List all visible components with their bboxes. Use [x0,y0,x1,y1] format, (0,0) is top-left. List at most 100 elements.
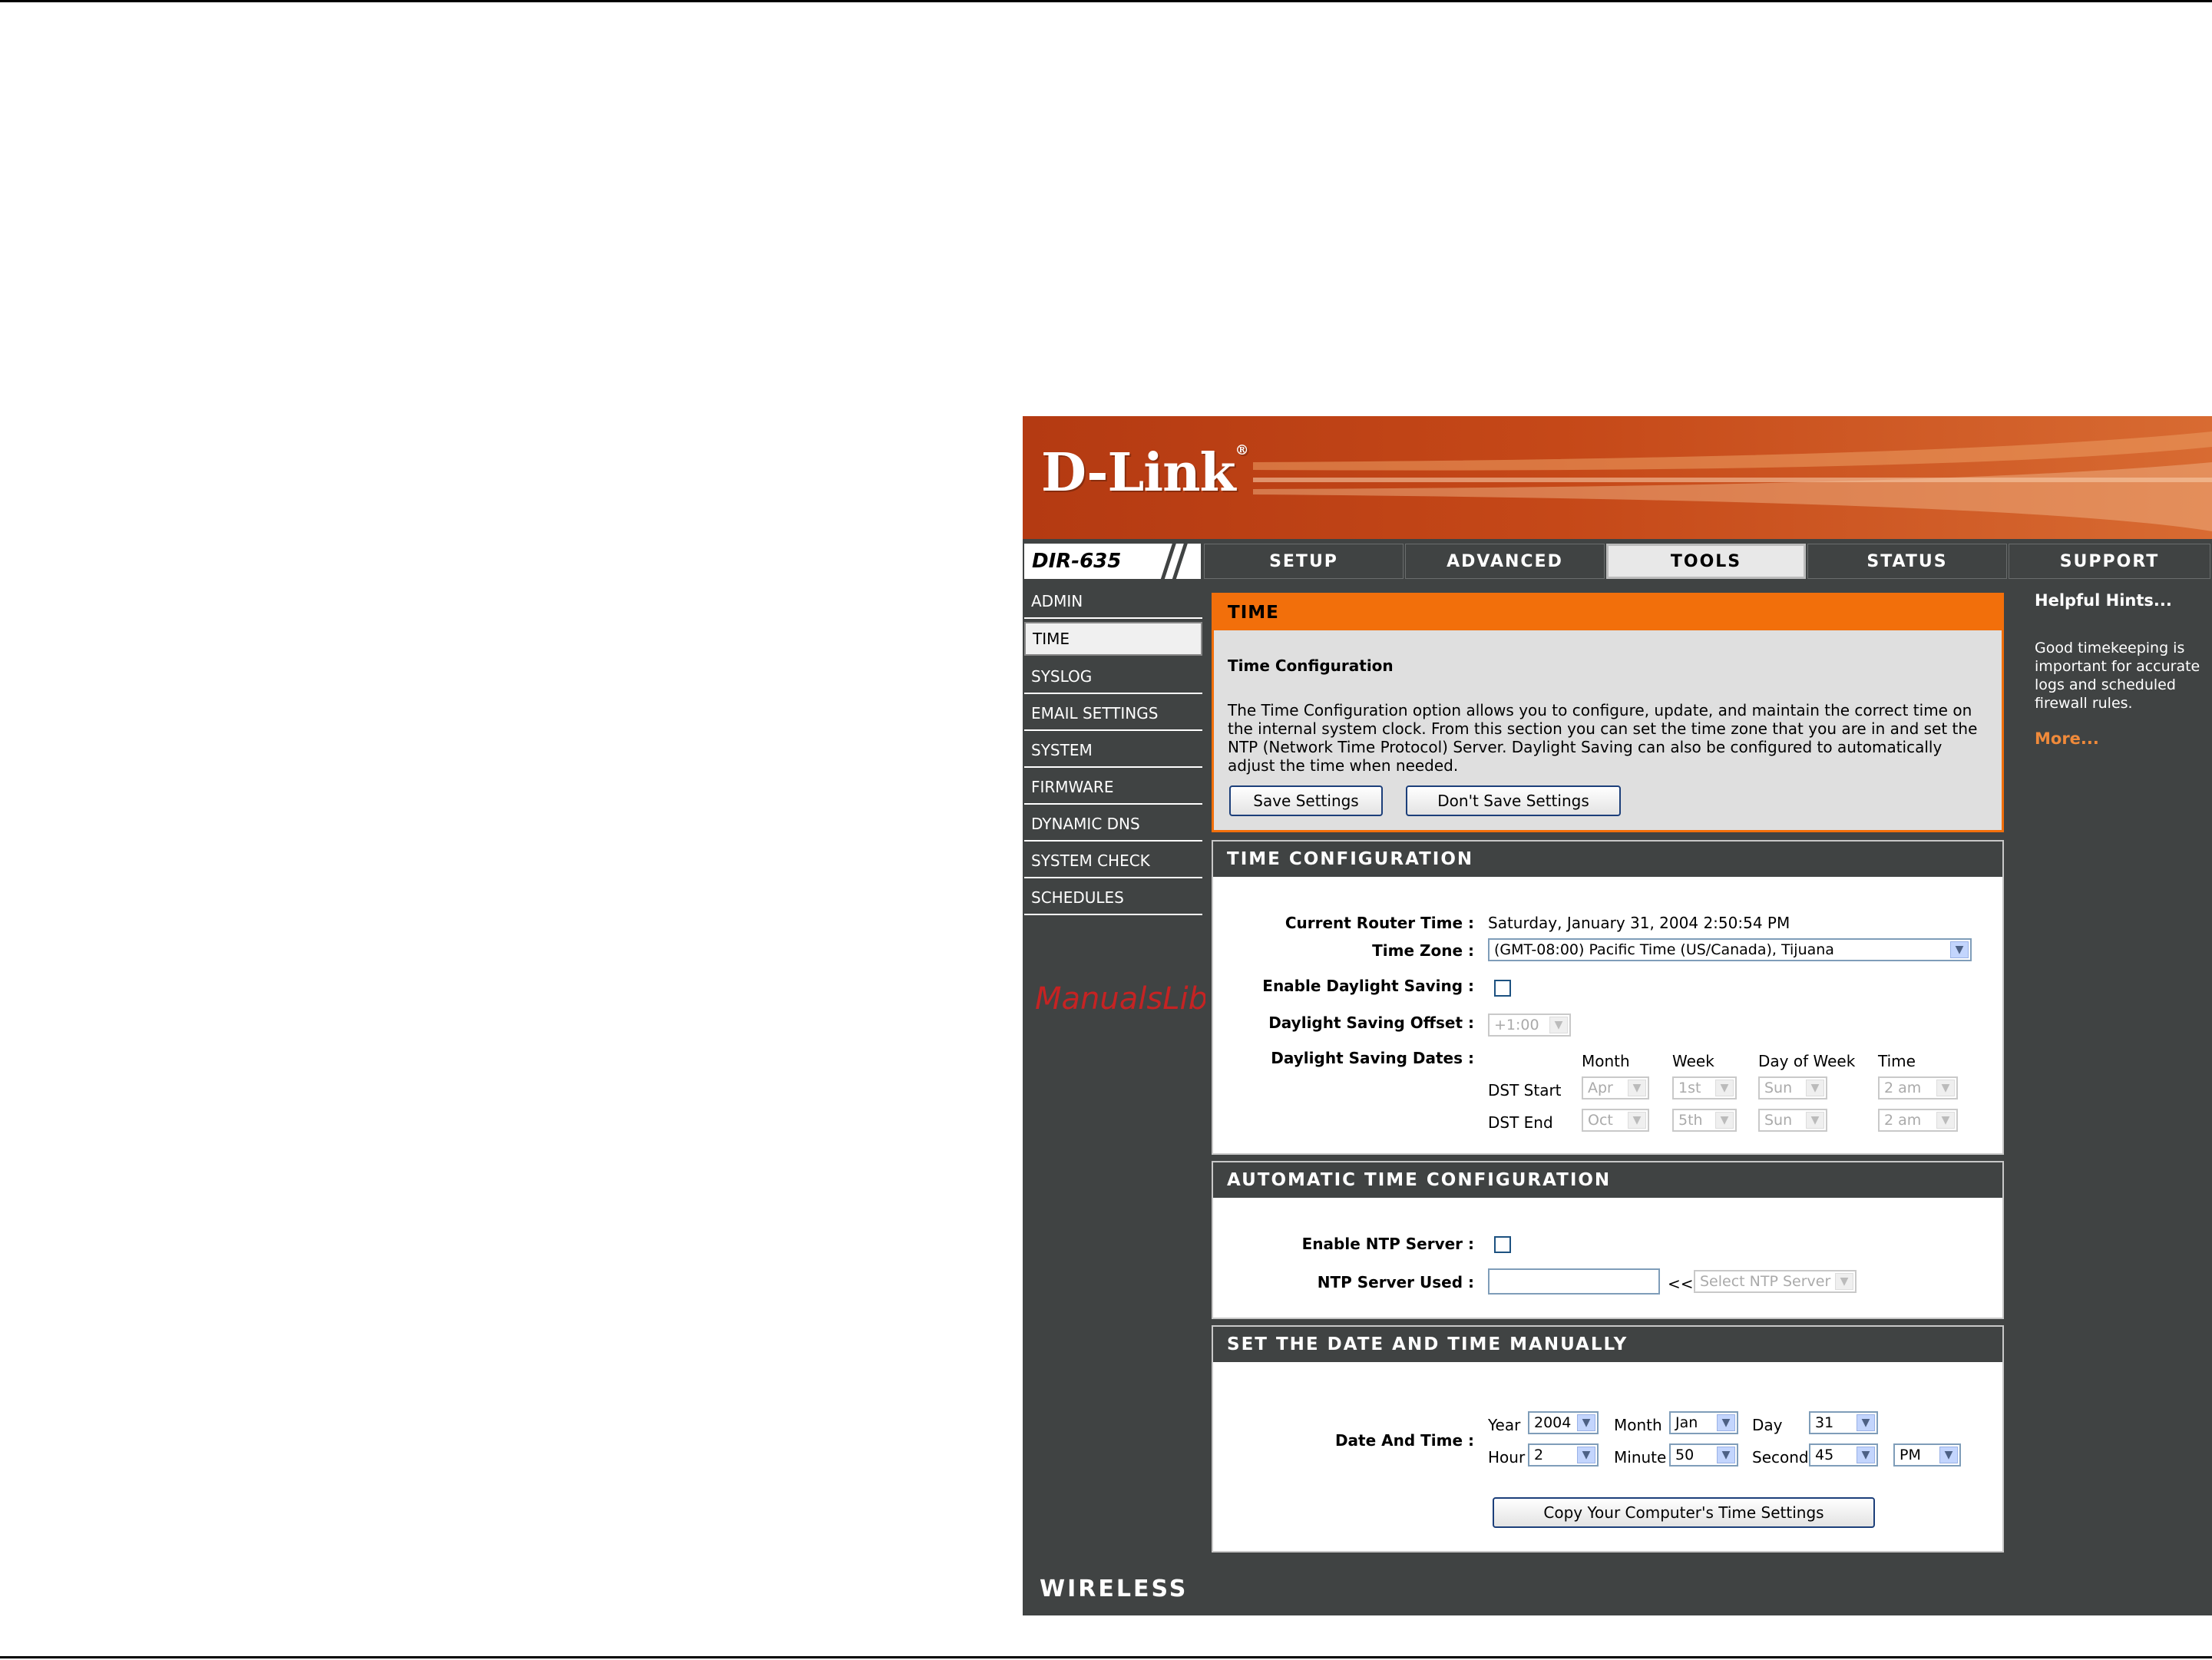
second-select[interactable]: 45 ▼ [1809,1443,1878,1467]
tab-setup[interactable]: SETUP [1204,544,1404,579]
sidebar-item-dynamic-dns[interactable]: DYNAMIC DNS [1024,808,1202,842]
ntp-arrow-label: << [1668,1275,1694,1293]
sidebar-item-system-check[interactable]: SYSTEM CHECK [1024,845,1202,878]
section-header: TIME [1214,595,2002,630]
sidebar-item-firmware[interactable]: FIRMWARE [1024,771,1202,805]
month-label: Month [1614,1416,1662,1434]
dont-save-settings-button[interactable]: Don't Save Settings [1406,785,1621,816]
time-configuration-panel: TIME CONFIGURATION Current Router Time :… [1212,840,2004,1155]
chevron-down-icon: ▼ [1806,1080,1824,1096]
chevron-down-icon: ▼ [1717,1447,1735,1463]
chevron-down-icon: ▼ [1939,1447,1958,1463]
chevron-down-icon: ▼ [1715,1112,1734,1129]
tab-status[interactable]: STATUS [1807,544,2007,579]
hints-more-link[interactable]: More... [2035,729,2099,748]
dst-start-label: DST Start [1488,1081,1562,1100]
daylight-saving-label: Enable Daylight Saving : [1262,977,1474,995]
chevron-down-icon: ▼ [1628,1112,1646,1129]
hour-label: Hour [1488,1448,1526,1467]
save-settings-button[interactable]: Save Settings [1229,785,1383,816]
chevron-down-icon: ▼ [1835,1273,1853,1290]
col-dow-header: Day of Week [1758,1052,1856,1070]
dlink-banner: D-Link® [1023,416,2212,539]
router-admin-page: D-Link® DIR-635 SETUP ADVANCED TOOLS STA… [1023,416,2212,1615]
chevron-down-icon: ▼ [1857,1447,1875,1463]
sidebar-item-system[interactable]: SYSTEM [1024,734,1202,768]
sidebar-item-admin[interactable]: ADMIN [1024,585,1202,619]
month-select[interactable]: Jan ▼ [1669,1411,1738,1434]
year-label: Year [1488,1416,1521,1434]
helpful-hints-panel: Helpful Hints... Good timekeeping is imp… [2028,584,2210,1559]
current-time-value: Saturday, January 31, 2004 2:50:54 PM [1488,914,1790,932]
sidebar-item-schedules[interactable]: SCHEDULES [1024,881,1202,915]
time-intro-panel: TIME Time Configuration The Time Configu… [1212,593,2004,832]
section-header: SET THE DATE AND TIME MANUALLY [1213,1327,2002,1362]
hour-select[interactable]: 2 ▼ [1528,1443,1599,1467]
wireless-logo: WIRELESS [1040,1576,1189,1602]
minute-label: Minute [1614,1448,1667,1467]
minute-select[interactable]: 50 ▼ [1669,1443,1738,1467]
dst-start-time-select[interactable]: 2 am ▼ [1878,1076,1958,1100]
section-header: AUTOMATIC TIME CONFIGURATION [1213,1162,2002,1198]
dst-end-week-select[interactable]: 5th ▼ [1672,1109,1737,1132]
ntp-enable-label: Enable NTP Server : [1301,1235,1474,1253]
chevron-down-icon: ▼ [1857,1414,1875,1431]
ntp-enable-checkbox[interactable] [1494,1236,1511,1253]
date-time-label: Date And Time : [1334,1431,1474,1450]
day-select[interactable]: 31 ▼ [1809,1411,1878,1434]
chevron-down-icon: ▼ [1936,1080,1955,1096]
top-tab-bar: DIR-635 SETUP ADVANCED TOOLS STATUS SUPP… [1023,542,2212,582]
daylight-offset-select[interactable]: +1:00 ▼ [1488,1014,1571,1037]
ntp-server-select[interactable]: Select NTP Server ▼ [1694,1270,1857,1293]
col-week-header: Week [1672,1052,1714,1070]
dst-end-time-select[interactable]: 2 am ▼ [1878,1109,1958,1132]
chevron-down-icon: ▼ [1715,1080,1734,1096]
col-time-header: Time [1878,1052,1916,1070]
section-header: TIME CONFIGURATION [1213,842,2002,877]
day-label: Day [1752,1416,1783,1434]
ntp-server-label: NTP Server Used : [1317,1273,1474,1291]
chevron-down-icon: ▼ [1577,1414,1595,1431]
top-rule [0,0,2212,2]
year-select[interactable]: 2004 ▼ [1528,1411,1599,1434]
hints-text: Good timekeeping is important for accura… [2035,640,2200,712]
intro-subtitle: Time Configuration [1228,656,1394,675]
manual-time-panel: SET THE DATE AND TIME MANUALLY Date And … [1212,1325,2004,1553]
sidebar-item-time[interactable]: TIME [1024,622,1202,656]
chevron-down-icon: ▼ [1577,1447,1595,1463]
dlink-logo: D-Link® [1041,442,1249,504]
tab-support[interactable]: SUPPORT [2009,544,2210,579]
daylight-dates-label: Daylight Saving Dates : [1271,1049,1474,1067]
chevron-down-icon: ▼ [1950,941,1969,958]
main-content: TIME Time Configuration The Time Configu… [1205,584,2027,1559]
copy-computer-time-button[interactable]: Copy Your Computer's Time Settings [1493,1497,1875,1528]
chevron-down-icon: ▼ [1717,1414,1735,1431]
dst-end-month-select[interactable]: Oct ▼ [1582,1109,1649,1132]
dst-start-month-select[interactable]: Apr ▼ [1582,1076,1649,1100]
tab-advanced[interactable]: ADVANCED [1405,544,1605,579]
ntp-server-input[interactable] [1488,1268,1660,1295]
current-time-label: Current Router Time : [1285,914,1474,932]
col-month-header: Month [1582,1052,1630,1070]
time-zone-select[interactable]: (GMT-08:00) Pacific Time (US/Canada), Ti… [1488,938,1972,961]
tab-tools[interactable]: TOOLS [1606,544,1806,579]
dst-end-label: DST End [1488,1113,1553,1132]
second-label: Second [1752,1448,1809,1467]
chevron-down-icon: ▼ [1549,1017,1568,1033]
sidebar: ADMIN TIME SYSLOG EMAIL SETTINGS SYSTEM … [1023,584,1250,1559]
sidebar-item-email-settings[interactable]: EMAIL SETTINGS [1024,697,1202,731]
daylight-offset-label: Daylight Saving Offset : [1268,1014,1474,1032]
chevron-down-icon: ▼ [1806,1112,1824,1129]
dst-end-dow-select[interactable]: Sun ▼ [1758,1109,1827,1132]
chevron-down-icon: ▼ [1936,1112,1955,1129]
ampm-select[interactable]: PM ▼ [1893,1443,1961,1467]
dst-start-dow-select[interactable]: Sun ▼ [1758,1076,1827,1100]
chevron-down-icon: ▼ [1628,1080,1646,1096]
daylight-saving-checkbox[interactable] [1494,980,1511,997]
bottom-rule [0,1656,2212,1658]
sidebar-item-syslog[interactable]: SYSLOG [1024,660,1202,694]
model-badge: DIR-635 [1024,542,1201,582]
dst-start-week-select[interactable]: 1st ▼ [1672,1076,1737,1100]
automatic-time-panel: AUTOMATIC TIME CONFIGURATION Enable NTP … [1212,1161,2004,1319]
footer-bar: WIRELESS [1023,1560,2212,1615]
